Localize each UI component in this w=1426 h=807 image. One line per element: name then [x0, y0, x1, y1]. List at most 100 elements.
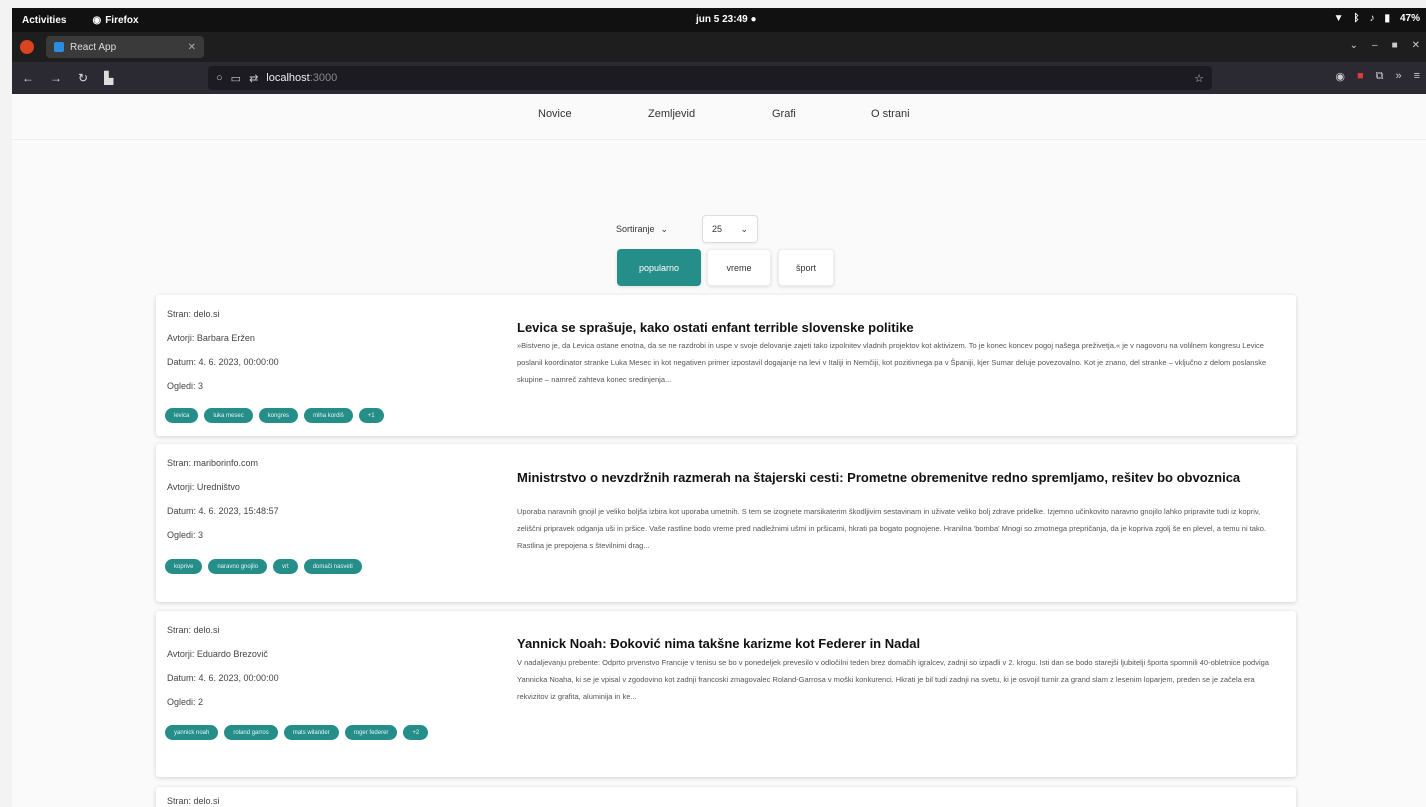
- article-meta: Stran: delo.si: [167, 796, 220, 807]
- article-tags: levica luka mesec kongres miha kordiš +1: [165, 408, 465, 423]
- tag-chip[interactable]: domači nasveti: [303, 559, 362, 574]
- article-source: Stran: delo.si: [167, 309, 220, 319]
- article-title[interactable]: Yannick Noah: Đoković nima takšne karizm…: [517, 636, 1277, 652]
- nav-o-strani[interactable]: O strani: [871, 108, 910, 120]
- close-window-icon[interactable]: ✕: [1412, 40, 1420, 51]
- article-card[interactable]: Stran: delo.si Avtorji: Barbara Eržen Da…: [156, 295, 1296, 436]
- nav-divider: [12, 139, 1426, 140]
- wifi-icon: ▼: [1333, 13, 1344, 24]
- article-tags: yannick noah roland garros mats wilander…: [165, 725, 435, 740]
- tag-chip[interactable]: roger federer: [344, 725, 398, 740]
- article-card[interactable]: Stran: delo.si Avtorji: Eduardo Brezovič…: [156, 611, 1296, 777]
- shield-icon[interactable]: ○: [216, 72, 223, 84]
- tag-chip[interactable]: miha kordiš: [304, 408, 353, 423]
- article-meta: Stran: delo.si Avtorji: Barbara Eržen Da…: [167, 309, 279, 405]
- reload-icon[interactable]: ↻: [78, 71, 88, 85]
- article-date: Datum: 4. 6. 2023, 00:00:00: [167, 673, 279, 683]
- page-content: Novice Zemljevid Grafi O strani Sortiran…: [12, 94, 1426, 807]
- sort-dropdown[interactable]: Sortiranje ⌄: [616, 215, 668, 243]
- article-source: Stran: delo.si: [167, 625, 220, 635]
- tag-chip[interactable]: mats wilander: [283, 725, 339, 740]
- tab-close-icon[interactable]: ✕: [188, 42, 196, 53]
- url-bar[interactable]: ○ ▭ ⇄ localhost:3000 ☆: [208, 66, 1212, 90]
- sort-label: Sortiranje: [616, 224, 655, 234]
- article-card[interactable]: Stran: mariborinfo.com Avtorji: Uredništ…: [156, 444, 1296, 602]
- nav-novice[interactable]: Novice: [538, 108, 572, 120]
- bookmark-star-icon[interactable]: ☆: [1194, 72, 1204, 85]
- page-size-select[interactable]: 25 ⌄: [702, 215, 758, 243]
- firefox-view-icon[interactable]: [20, 40, 34, 54]
- minimize-icon[interactable]: –: [1372, 40, 1378, 51]
- firefox-icon: ◉: [92, 14, 102, 26]
- article-views: Ogledi: 3: [167, 530, 204, 540]
- pocket-save-icon[interactable]: ◉: [1335, 70, 1345, 83]
- article-summary: V nadaljevanju prebente: Odprto prvenstv…: [517, 658, 1269, 701]
- article-summary: Uporaba naravnih gnojil je veliko boljša…: [517, 507, 1266, 550]
- url-port: :3000: [309, 72, 338, 84]
- battery-icon: ▮: [1384, 13, 1390, 24]
- article-meta: Stran: delo.si Avtorji: Eduardo Brezovič…: [167, 625, 279, 721]
- menu-icon[interactable]: ≡: [1414, 70, 1420, 83]
- category-popularno-button[interactable]: popularno: [617, 249, 701, 286]
- article-views: Ogledi: 2: [167, 697, 204, 707]
- tab-title: React App: [70, 41, 117, 53]
- page-icon[interactable]: ▭: [231, 72, 241, 85]
- tag-chip[interactable]: luka mesec: [204, 408, 253, 423]
- article-title[interactable]: Ministrstvo o nevzdržnih razmerah na šta…: [517, 470, 1277, 486]
- tag-chip[interactable]: roland garros: [224, 725, 278, 740]
- nav-grafi[interactable]: Grafi: [772, 108, 796, 120]
- system-tray[interactable]: ▼ ᛒ ♪ ▮ 47%: [1334, 13, 1420, 24]
- browser-navbar: ← → ↻ ▙ ○ ▭ ⇄ localhost:3000 ☆ ◉ ■ ⧉ » ≡: [12, 62, 1426, 94]
- nav-zemljevid[interactable]: Zemljevid: [648, 108, 695, 120]
- article-title[interactable]: Levica se sprašuje, kako ostati enfant t…: [517, 320, 1277, 336]
- article-date: Datum: 4. 6. 2023, 00:00:00: [167, 357, 279, 367]
- tag-chip[interactable]: koprive: [165, 559, 203, 574]
- app-name: Firefox: [105, 14, 139, 26]
- back-icon[interactable]: ←: [22, 71, 34, 85]
- pocket-icon[interactable]: ▙: [104, 71, 113, 85]
- volume-icon: ♪: [1369, 13, 1375, 24]
- clock[interactable]: jun 5 23:49 ●: [696, 14, 757, 25]
- tag-chip[interactable]: levica: [165, 408, 199, 423]
- battery-percent: 47%: [1399, 13, 1420, 24]
- browser-tab[interactable]: React App ✕: [46, 36, 204, 58]
- app-menu[interactable]: ◉ Firefox: [92, 15, 138, 26]
- article-source: Stran: mariborinfo.com: [167, 458, 259, 468]
- tag-chip[interactable]: vrt: [273, 559, 298, 574]
- bluetooth-icon: ᛒ: [1353, 13, 1360, 24]
- window-controls: ⌄ – ■ ✕: [1350, 40, 1420, 51]
- tag-chip[interactable]: kongres: [258, 408, 299, 423]
- tag-chip[interactable]: naravno gnojilo: [208, 559, 268, 574]
- browser-tabbar: React App ✕ ⌄ – ■ ✕: [12, 32, 1426, 62]
- tag-more-chip[interactable]: +1: [358, 408, 384, 423]
- react-favicon-icon: [54, 42, 64, 52]
- category-sport-button[interactable]: šport: [778, 249, 834, 286]
- tag-more-chip[interactable]: +2: [403, 725, 429, 740]
- article-date: Datum: 4. 6. 2023, 15:48:57: [167, 506, 279, 516]
- ublock-icon[interactable]: ■: [1357, 70, 1364, 83]
- activities-button[interactable]: Activities: [22, 15, 66, 26]
- article-author: Avtorji: Barbara Eržen: [167, 333, 255, 343]
- article-tags: koprive naravno gnojilo vrt domači nasve…: [165, 559, 465, 574]
- article-author: Avtorji: Uredništvo: [167, 482, 240, 492]
- permissions-icon[interactable]: ⇄: [249, 72, 258, 85]
- desktop: Activities ◉ Firefox jun 5 23:49 ● ▼ ᛒ ♪…: [12, 8, 1426, 807]
- article-source: Stran: delo.si: [167, 796, 220, 806]
- extensions-icon[interactable]: ⧉: [1376, 70, 1384, 83]
- chevron-down-icon: ⌄: [740, 223, 748, 234]
- toolbar-extensions: ◉ ■ ⧉ » ≡: [1335, 70, 1420, 83]
- article-views: Ogledi: 3: [167, 381, 204, 391]
- page-size-value: 25: [712, 224, 723, 234]
- category-vreme-button[interactable]: vreme: [707, 249, 771, 286]
- tab-list-icon[interactable]: ⌄: [1350, 40, 1358, 51]
- overflow-icon[interactable]: »: [1395, 70, 1401, 83]
- forward-icon[interactable]: →: [50, 71, 62, 85]
- system-topbar: Activities ◉ Firefox jun 5 23:49 ● ▼ ᛒ ♪…: [12, 8, 1426, 32]
- tag-chip[interactable]: yannick noah: [165, 725, 219, 740]
- article-meta: Stran: mariborinfo.com Avtorji: Uredništ…: [167, 458, 279, 554]
- chevron-down-icon: ⌄: [660, 223, 669, 234]
- maximize-icon[interactable]: ■: [1392, 40, 1398, 51]
- article-summary: »Bistveno je, da Levica ostane enotna, d…: [517, 341, 1267, 384]
- article-card[interactable]: Stran: delo.si: [156, 787, 1296, 807]
- url-host: localhost: [266, 72, 310, 84]
